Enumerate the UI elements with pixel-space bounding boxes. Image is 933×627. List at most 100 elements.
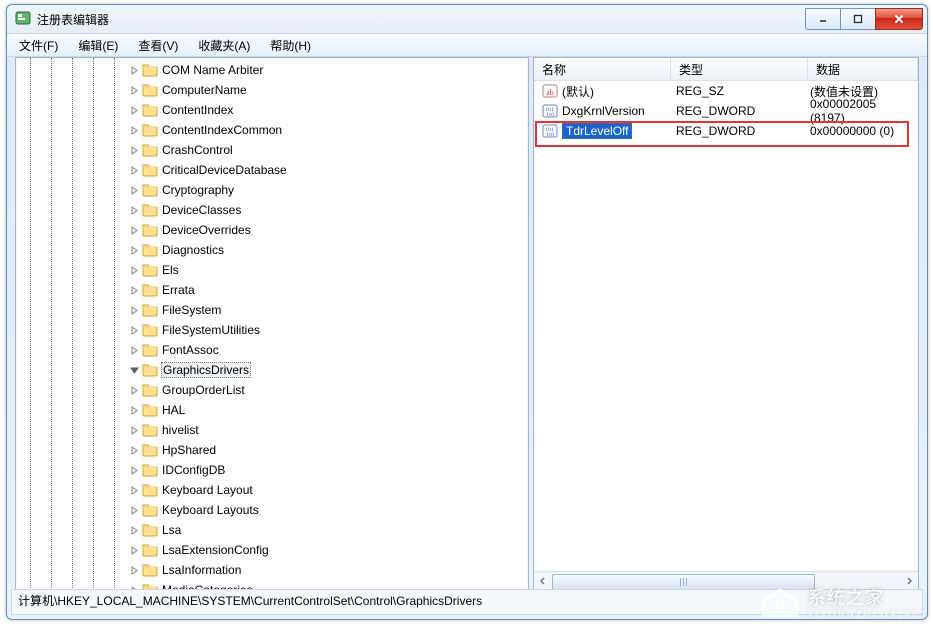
disclosure-closed-icon[interactable] [128, 484, 140, 496]
disclosure-closed-icon[interactable] [128, 204, 140, 216]
disclosure-closed-icon[interactable] [128, 504, 140, 516]
scroll-thumb[interactable] [552, 574, 815, 590]
horizontal-scrollbar[interactable] [534, 571, 918, 590]
folder-icon [142, 182, 158, 198]
tree-node[interactable]: Lsa [16, 520, 528, 540]
value-row[interactable]: DxgKrnlVersion REG_DWORD 0x00002005 (819… [534, 101, 918, 121]
tree-node[interactable]: IDConfigDB [16, 460, 528, 480]
tree-node[interactable]: Keyboard Layouts [16, 500, 528, 520]
disclosure-closed-icon[interactable] [128, 144, 140, 156]
disclosure-closed-icon[interactable] [128, 564, 140, 576]
tree-node[interactable]: hivelist [16, 420, 528, 440]
menu-view[interactable]: 查看(V) [132, 35, 184, 56]
tree-node[interactable]: Els [16, 260, 528, 280]
folder-icon [142, 82, 158, 98]
folder-icon [142, 442, 158, 458]
tree-pane[interactable]: COM Name Arbiter ComputerName ContentInd… [15, 57, 529, 591]
folder-icon [142, 162, 158, 178]
value-data: 0x00002005 (8197) [810, 97, 912, 125]
scroll-track[interactable] [552, 572, 900, 590]
tree-node[interactable]: GroupOrderList [16, 380, 528, 400]
folder-icon [142, 242, 158, 258]
tree-node[interactable]: HpShared [16, 440, 528, 460]
window-minimize-button[interactable] [805, 8, 840, 30]
menu-favorites[interactable]: 收藏夹(A) [192, 35, 256, 56]
disclosure-closed-icon[interactable] [128, 304, 140, 316]
column-data[interactable]: 数据 [808, 58, 918, 80]
tree-node-label: LsaInformation [162, 563, 241, 577]
value-row[interactable]: TdrLevelOff REG_DWORD 0x00000000 (0) [534, 121, 918, 141]
tree-node-label: Keyboard Layout [162, 483, 253, 497]
tree-node[interactable]: GraphicsDrivers [16, 360, 528, 380]
disclosure-closed-icon[interactable] [128, 524, 140, 536]
tree-node-label: Diagnostics [162, 243, 224, 257]
column-type[interactable]: 类型 [671, 58, 808, 80]
disclosure-closed-icon[interactable] [128, 244, 140, 256]
disclosure-closed-icon[interactable] [128, 404, 140, 416]
disclosure-closed-icon[interactable] [128, 384, 140, 396]
tree-node-label: ContentIndexCommon [162, 123, 282, 137]
value-name: DxgKrnlVersion [562, 104, 645, 118]
disclosure-closed-icon[interactable] [128, 544, 140, 556]
disclosure-closed-icon[interactable] [128, 464, 140, 476]
disclosure-closed-icon[interactable] [128, 224, 140, 236]
tree-node[interactable]: ContentIndexCommon [16, 120, 528, 140]
values-pane[interactable]: 名称 类型 数据 (默认) REG_SZ (数值未设置) DxgKrnlVers… [533, 57, 919, 591]
tree-node[interactable]: Keyboard Layout [16, 480, 528, 500]
disclosure-closed-icon[interactable] [128, 344, 140, 356]
tree-node[interactable]: LsaExtensionConfig [16, 540, 528, 560]
disclosure-open-icon[interactable] [128, 364, 140, 376]
disclosure-closed-icon[interactable] [128, 324, 140, 336]
tree-node[interactable]: Diagnostics [16, 240, 528, 260]
tree-node-label: IDConfigDB [162, 463, 225, 477]
disclosure-closed-icon[interactable] [128, 164, 140, 176]
column-name[interactable]: 名称 [534, 58, 671, 80]
tree-node[interactable]: DeviceClasses [16, 200, 528, 220]
tree-node[interactable]: HAL [16, 400, 528, 420]
list-body[interactable]: (默认) REG_SZ (数值未设置) DxgKrnlVersion REG_D… [534, 81, 918, 590]
disclosure-closed-icon[interactable] [128, 424, 140, 436]
disclosure-closed-icon[interactable] [128, 284, 140, 296]
tree-node[interactable]: COM Name Arbiter [16, 60, 528, 80]
tree-node-label: Lsa [162, 523, 181, 537]
tree-node[interactable]: ContentIndex [16, 100, 528, 120]
menu-help[interactable]: 帮助(H) [264, 35, 317, 56]
tree-node[interactable]: CrashControl [16, 140, 528, 160]
statusbar: 计算机\HKEY_LOCAL_MACHINE\SYSTEM\CurrentCon… [11, 589, 923, 615]
disclosure-closed-icon[interactable] [128, 124, 140, 136]
tree-node[interactable]: DeviceOverrides [16, 220, 528, 240]
value-type: REG_SZ [676, 84, 724, 98]
tree-node-label: Errata [162, 283, 195, 297]
tree-node[interactable]: FontAssoc [16, 340, 528, 360]
disclosure-closed-icon[interactable] [128, 84, 140, 96]
value-data: 0x00000000 (0) [810, 124, 894, 138]
scroll-right-button[interactable] [900, 572, 918, 590]
scroll-left-button[interactable] [534, 572, 552, 590]
tree-node-label: Keyboard Layouts [162, 503, 259, 517]
tree-node[interactable]: Cryptography [16, 180, 528, 200]
disclosure-closed-icon[interactable] [128, 264, 140, 276]
reg-dword-icon [542, 103, 558, 119]
tree-node[interactable]: CriticalDeviceDatabase [16, 160, 528, 180]
list-header[interactable]: 名称 类型 数据 [534, 58, 918, 81]
tree-node-label: hivelist [162, 423, 199, 437]
folder-icon [142, 122, 158, 138]
titlebar[interactable]: 注册表编辑器 [7, 5, 927, 33]
tree-node[interactable]: LsaInformation [16, 560, 528, 580]
disclosure-closed-icon[interactable] [128, 444, 140, 456]
statusbar-path: 计算机\HKEY_LOCAL_MACHINE\SYSTEM\CurrentCon… [18, 594, 482, 608]
disclosure-closed-icon[interactable] [128, 104, 140, 116]
tree-node[interactable]: Errata [16, 280, 528, 300]
disclosure-closed-icon[interactable] [128, 184, 140, 196]
tree-node[interactable]: FileSystemUtilities [16, 320, 528, 340]
menu-file[interactable]: 文件(F) [13, 35, 64, 56]
window-maximize-button[interactable] [840, 8, 875, 30]
tree-node[interactable]: ComputerName [16, 80, 528, 100]
menu-edit[interactable]: 编辑(E) [72, 35, 124, 56]
disclosure-closed-icon[interactable] [128, 64, 140, 76]
reg-string-icon [542, 83, 558, 99]
window-title: 注册表编辑器 [37, 11, 109, 28]
tree-node[interactable]: FileSystem [16, 300, 528, 320]
folder-icon [142, 142, 158, 158]
window-close-button[interactable] [875, 8, 923, 30]
